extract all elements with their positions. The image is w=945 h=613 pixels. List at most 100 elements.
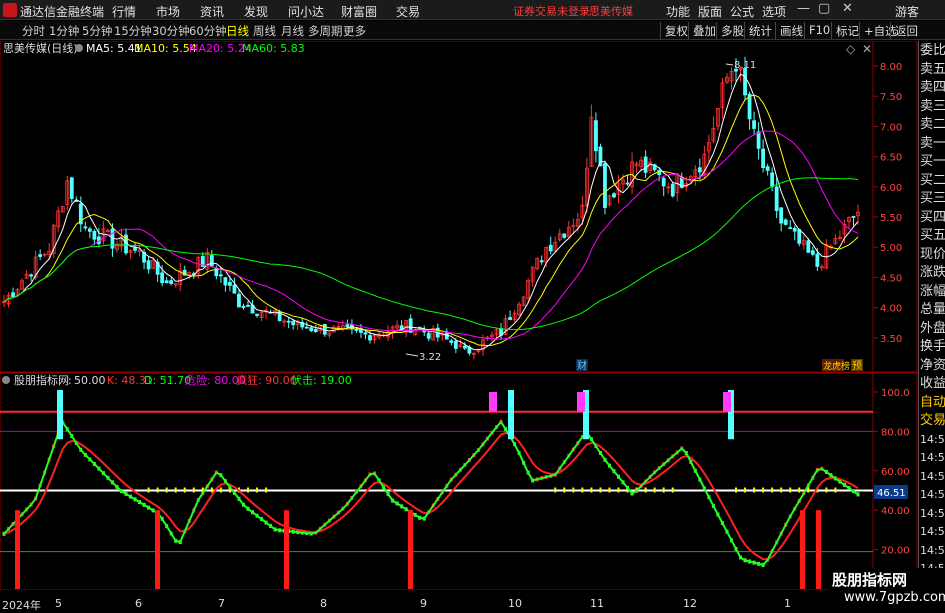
indicator-settings-icon[interactable] <box>2 376 10 384</box>
tab-more[interactable]: 更多 <box>343 23 366 39</box>
app-logo-icon <box>3 3 17 17</box>
settings-icon[interactable] <box>75 44 83 52</box>
menu-quotes[interactable]: 行情 <box>112 3 136 20</box>
low-price-label: 3.22 <box>419 352 441 363</box>
side-panel-label: 14:56 <box>920 525 945 538</box>
month-12: 12 <box>683 597 697 610</box>
menu-ask-xiaoda[interactable]: 问小达 <box>288 3 324 20</box>
signal-dot <box>662 487 665 493</box>
signal-dot <box>156 487 159 493</box>
month-8: 8 <box>320 597 327 610</box>
side-panel-label: 14:56 <box>920 451 945 464</box>
buy-signal-column <box>816 510 821 589</box>
date-axis: 2024年 5 6 7 8 9 10 11 12 1 2 <box>0 597 918 612</box>
tab-5min[interactable]: 5分钟 <box>82 23 112 39</box>
buy-signal-column <box>408 510 413 589</box>
side-panel-label: 买四 <box>920 209 945 225</box>
menu-formula[interactable]: 公式 <box>730 3 754 20</box>
signal-dot <box>753 487 756 493</box>
menu-discover[interactable]: 发现 <box>244 3 268 20</box>
signal-dot <box>789 487 792 493</box>
tab-daily[interactable]: 日线 <box>226 23 249 39</box>
candle-body <box>612 193 616 198</box>
menu-trade[interactable]: 交易 <box>396 3 420 20</box>
month-5: 5 <box>55 597 62 610</box>
indicator-param: 50.00 <box>74 374 106 387</box>
candle-body <box>146 260 151 270</box>
price-tick-label: 5.50 <box>880 213 902 224</box>
close-icon[interactable]: ✕ <box>842 1 853 16</box>
signal-dot <box>744 487 747 493</box>
candle-body <box>743 67 747 96</box>
maximize-icon[interactable]: ▢ <box>818 1 830 16</box>
back-button[interactable]: 返回 <box>890 22 922 39</box>
month-9: 9 <box>420 597 427 610</box>
guest-label[interactable]: 游客 <box>895 3 919 20</box>
f10-button[interactable]: F10 <box>804 22 834 39</box>
crazy-label: 疯狂: 90.00 <box>236 373 297 387</box>
candle-body <box>851 215 856 218</box>
side-panel-label: 买二 <box>920 172 945 188</box>
candle-body <box>643 156 648 173</box>
price-tick-label: 6.00 <box>880 183 902 194</box>
side-panel-label: 卖三 <box>920 98 945 114</box>
tab-monthly[interactable]: 月线 <box>281 23 304 39</box>
ma60-label: MA60: 5.83 <box>242 42 305 55</box>
tab-timeshare[interactable]: 分时 <box>22 23 45 39</box>
side-panel-label: 净资 <box>920 357 945 373</box>
sell-signal-column <box>57 390 63 440</box>
period-toolbar: 分时 1分钟 5分钟 15分钟 30分钟 60分钟 日线 周线 月线 多周期 更… <box>0 21 945 40</box>
candle-body <box>291 320 296 326</box>
menu-layout[interactable]: 版面 <box>698 3 722 20</box>
app-title: 通达信金融终端 <box>20 5 105 19</box>
side-panel-label: 卖一 <box>920 135 945 151</box>
warning-signal-box <box>489 392 497 412</box>
indicator-tick-label: 60.00 <box>881 467 910 478</box>
menu-wealth-circle[interactable]: 财富圈 <box>341 3 377 20</box>
side-panel-label: 卖四 <box>920 80 945 95</box>
candle-body <box>449 340 454 343</box>
side-panel-label: 买五 <box>920 228 945 243</box>
menu-news[interactable]: 资讯 <box>200 3 224 20</box>
candle-body <box>354 329 359 331</box>
close-panel-icon[interactable]: ✕ <box>862 42 872 56</box>
dragon-tiger-badge-text: 龙虎榜 <box>823 360 850 372</box>
draw-line-button[interactable]: 画线 <box>775 22 807 39</box>
candle-body <box>562 233 567 238</box>
statistics-button[interactable]: 统计 <box>744 22 776 39</box>
candle-body <box>806 240 811 253</box>
menu-market[interactable]: 市场 <box>156 3 180 20</box>
minimize-panel-icon[interactable]: ◇ <box>846 42 856 56</box>
signal-dot <box>608 487 611 493</box>
signal-dot <box>780 487 783 493</box>
ambush-label: 伏击: 19.00 <box>291 373 352 387</box>
price-tick-label: 3.50 <box>880 334 902 345</box>
candle-body <box>83 226 88 229</box>
chart-area[interactable]: 思美传媒(日线) MA5: 5.41 MA10: 5.54 MA20: 5.24… <box>0 41 918 590</box>
watermark-title: 股朋指标网 <box>832 571 908 589</box>
candle-body <box>792 227 797 232</box>
tab-30min[interactable]: 30分钟 <box>152 23 190 39</box>
side-panel-label: 14:56 <box>920 488 945 501</box>
candle-body <box>453 340 458 349</box>
tab-weekly[interactable]: 周线 <box>253 23 276 39</box>
signal-dot <box>265 487 268 493</box>
side-panel-label: 收益 <box>920 376 945 391</box>
candle-body <box>752 120 756 129</box>
menu-options[interactable]: 选项 <box>762 3 786 20</box>
tab-60min[interactable]: 60分钟 <box>189 23 227 39</box>
tab-multi-period[interactable]: 多周期 <box>308 23 343 39</box>
minimize-icon[interactable]: — <box>797 1 810 16</box>
tab-1min[interactable]: 1分钟 <box>49 23 79 39</box>
side-panel-label: 外盘 <box>920 320 945 336</box>
price-tick-label: 4.00 <box>880 304 902 315</box>
signal-dot <box>825 487 828 493</box>
month-6: 6 <box>135 597 142 610</box>
signal-dot <box>554 487 557 493</box>
menu-function[interactable]: 功能 <box>666 3 690 20</box>
side-panel-label: 14:56 <box>920 469 945 483</box>
tab-15min[interactable]: 15分钟 <box>114 23 152 39</box>
candle-body <box>363 332 368 335</box>
login-notice[interactable]: 证券交易未登录 <box>513 3 590 19</box>
month-11: 11 <box>590 597 604 610</box>
